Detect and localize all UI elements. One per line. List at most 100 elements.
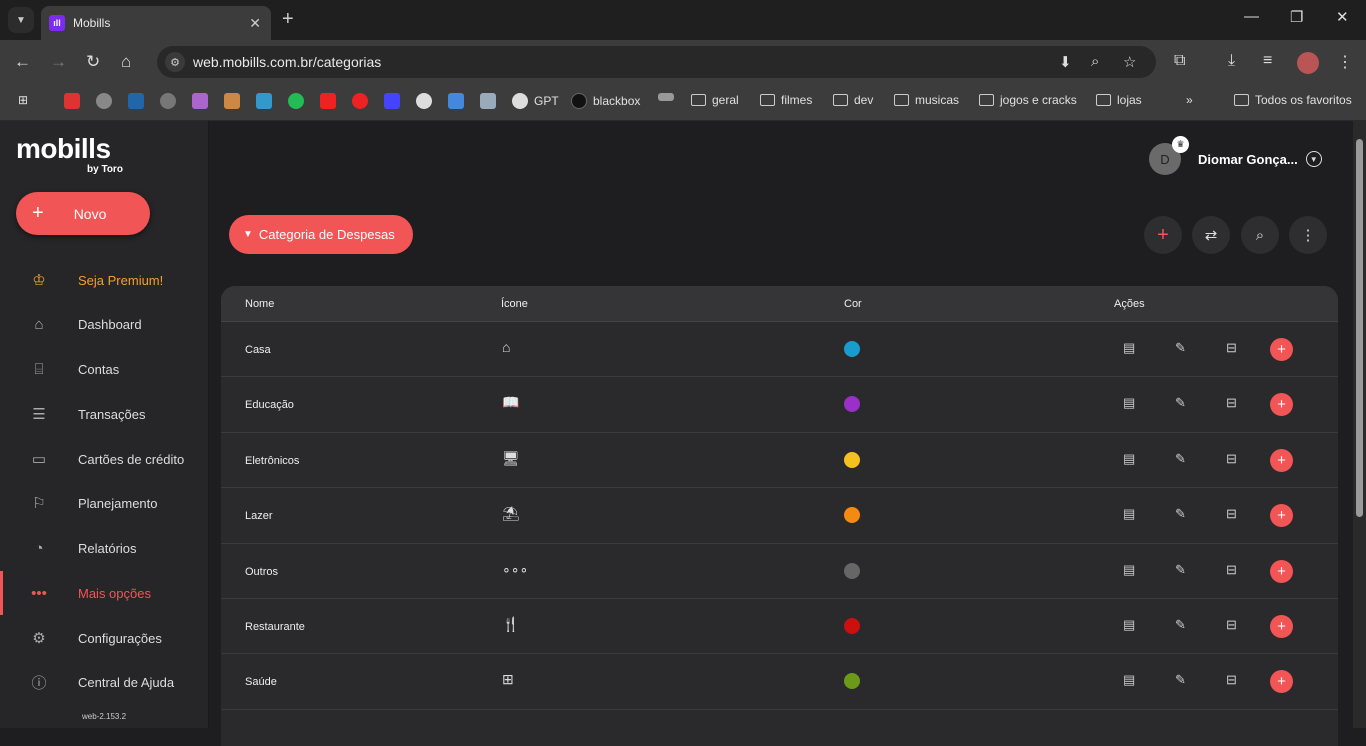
profile-avatar[interactable] bbox=[1297, 52, 1319, 74]
more-bookmarks-icon[interactable]: » bbox=[1186, 93, 1193, 107]
table-row[interactable]: Restaurante 🍴 ▤ ✎ ⊟ + bbox=[221, 599, 1338, 655]
document-icon[interactable]: ▤ bbox=[1123, 340, 1135, 356]
bookmark-icon[interactable] bbox=[256, 93, 278, 109]
more-options-button[interactable]: ⋮ bbox=[1289, 216, 1327, 254]
bookmark-star-icon[interactable]: ☆ bbox=[1123, 53, 1136, 71]
bookmark-icon[interactable] bbox=[480, 93, 502, 109]
add-category-button[interactable]: + bbox=[1144, 216, 1182, 254]
new-button[interactable]: + Novo bbox=[16, 192, 150, 235]
document-icon[interactable]: ▤ bbox=[1123, 506, 1135, 522]
nav-configuracoes[interactable]: ⚙ Configurações bbox=[0, 616, 209, 660]
table-row[interactable]: Casa ⌂ ▤ ✎ ⊟ + bbox=[221, 322, 1338, 378]
add-subcategory-button[interactable]: + bbox=[1270, 448, 1293, 472]
archive-icon[interactable]: ⊟ bbox=[1226, 451, 1237, 467]
category-type-dropdown[interactable]: ▼ Categoria de Despesas bbox=[229, 215, 413, 254]
nav-cartoes[interactable]: ▭ Cartões de crédito bbox=[0, 437, 209, 481]
nav-premium[interactable]: ♔ Seja Premium! bbox=[0, 258, 209, 302]
all-favorites-folder[interactable]: Todos os favoritos bbox=[1234, 93, 1352, 107]
table-row[interactable]: Educação 📖 ▤ ✎ ⊟ + bbox=[221, 377, 1338, 433]
folder-lojas[interactable]: lojas bbox=[1096, 93, 1142, 107]
add-subcategory-button[interactable]: + bbox=[1270, 614, 1293, 638]
scroll-thumb[interactable] bbox=[1356, 139, 1363, 517]
table-row[interactable]: Saúde ⊞ ▤ ✎ ⊟ + bbox=[221, 654, 1338, 710]
globe-bookmark[interactable] bbox=[96, 93, 118, 109]
add-subcategory-button[interactable]: + bbox=[1270, 338, 1293, 361]
bookmark-icon[interactable] bbox=[224, 93, 246, 109]
gpt-bookmark[interactable]: GPT bbox=[512, 93, 559, 109]
youtube-music-bookmark[interactable] bbox=[352, 93, 374, 109]
blackbox-bookmark[interactable]: blackbox bbox=[571, 93, 640, 109]
table-row[interactable]: Outros ∘∘∘ ▤ ✎ ⊟ + bbox=[221, 544, 1338, 599]
nav-ajuda[interactable]: ⓘ Central de Ajuda bbox=[0, 660, 209, 704]
bookmark-icon[interactable] bbox=[128, 93, 150, 109]
media-icon[interactable]: ≡ bbox=[1263, 52, 1272, 70]
back-icon[interactable]: ← bbox=[14, 52, 31, 72]
nav-relatorios[interactable]: ◔ Relatórios bbox=[0, 526, 209, 570]
document-icon[interactable]: ▤ bbox=[1123, 451, 1135, 467]
translate-bookmark[interactable] bbox=[448, 93, 470, 109]
folder-jogos[interactable]: jogos e cracks bbox=[979, 93, 1077, 107]
archive-icon[interactable]: ⊟ bbox=[1226, 562, 1237, 578]
new-tab-button[interactable]: + bbox=[282, 8, 294, 31]
document-icon[interactable]: ▤ bbox=[1123, 562, 1135, 578]
add-subcategory-button[interactable]: + bbox=[1270, 504, 1293, 528]
reload-icon[interactable]: ↻ bbox=[86, 52, 100, 72]
zoom-icon[interactable]: ⌕ bbox=[1091, 53, 1099, 70]
browser-tab[interactable]: ıll Mobills ✕ bbox=[41, 6, 271, 40]
youtube-bookmark[interactable] bbox=[320, 93, 342, 109]
archive-icon[interactable]: ⊟ bbox=[1226, 395, 1237, 411]
bookmark-icon[interactable] bbox=[192, 93, 214, 109]
document-icon[interactable]: ▤ bbox=[1123, 672, 1135, 688]
archive-icon[interactable]: ⊟ bbox=[1226, 340, 1237, 356]
extensions-icon[interactable]: ⧉ bbox=[1174, 52, 1185, 70]
archive-icon[interactable]: ⊟ bbox=[1226, 506, 1237, 522]
archive-icon[interactable]: ⊟ bbox=[1226, 672, 1237, 688]
edit-icon[interactable]: ✎ bbox=[1175, 617, 1186, 633]
edit-icon[interactable]: ✎ bbox=[1175, 506, 1186, 522]
nav-transacoes[interactable]: ☰ Transações bbox=[0, 392, 209, 436]
scrollbar[interactable] bbox=[1353, 121, 1366, 728]
downloads-icon[interactable]: ⤓ bbox=[1228, 52, 1235, 70]
globe-bookmark[interactable] bbox=[160, 93, 182, 109]
github-bookmark[interactable] bbox=[416, 93, 438, 109]
minimize-button[interactable]: — bbox=[1244, 8, 1259, 25]
address-bar[interactable]: ⚙ web.mobills.com.br/categorias ⬇ ⌕ ☆ bbox=[157, 46, 1156, 78]
nav-planejamento[interactable]: ⚐ Planejamento bbox=[0, 481, 209, 525]
whatsapp-bookmark[interactable] bbox=[288, 93, 310, 109]
edit-icon[interactable]: ✎ bbox=[1175, 451, 1186, 467]
bookmark-icon[interactable] bbox=[384, 93, 406, 109]
site-info-icon[interactable]: ⚙ bbox=[165, 52, 185, 72]
mobills-logo[interactable]: mobills bbox=[16, 133, 111, 165]
folder-geral[interactable]: geral bbox=[691, 93, 739, 107]
search-button[interactable]: ⌕ bbox=[1241, 216, 1279, 254]
shuffle-button[interactable]: ⇄ bbox=[1192, 216, 1230, 254]
add-subcategory-button[interactable]: + bbox=[1270, 670, 1293, 694]
document-icon[interactable]: ▤ bbox=[1123, 617, 1135, 633]
folder-dev[interactable]: dev bbox=[833, 93, 873, 107]
install-app-icon[interactable]: ⬇ bbox=[1059, 53, 1072, 71]
edit-icon[interactable]: ✎ bbox=[1175, 562, 1186, 578]
document-icon[interactable]: ▤ bbox=[1123, 395, 1135, 411]
close-window-button[interactable]: ✕ bbox=[1336, 8, 1349, 26]
edit-icon[interactable]: ✎ bbox=[1175, 395, 1186, 411]
add-subcategory-button[interactable]: + bbox=[1270, 393, 1293, 417]
nav-mais-opcoes[interactable]: ••• Mais opções bbox=[0, 571, 209, 615]
folder-musicas[interactable]: musicas bbox=[894, 93, 959, 107]
table-row[interactable]: Eletrônicos 🖥 ▤ ✎ ⊟ + bbox=[221, 433, 1338, 489]
table-row[interactable]: Lazer ⛱ ▤ ✎ ⊟ + bbox=[221, 488, 1338, 544]
edit-icon[interactable]: ✎ bbox=[1175, 672, 1186, 688]
menu-icon[interactable]: ⋮ bbox=[1337, 52, 1353, 72]
nav-dashboard[interactable]: ⌂ Dashboard bbox=[0, 302, 209, 346]
restore-button[interactable]: ❐ bbox=[1290, 8, 1303, 26]
gmail-bookmark[interactable] bbox=[64, 93, 86, 109]
forward-icon[interactable]: → bbox=[50, 52, 67, 72]
edit-icon[interactable]: ✎ bbox=[1175, 340, 1186, 356]
user-menu[interactable]: D ♛ Diomar Gonça... ▼ bbox=[1149, 136, 1322, 175]
tab-search-button[interactable]: ▼ bbox=[8, 7, 34, 33]
close-tab-icon[interactable]: ✕ bbox=[249, 15, 261, 32]
nav-contas[interactable]: ⌸ Contas bbox=[0, 347, 209, 391]
add-subcategory-button[interactable]: + bbox=[1270, 559, 1293, 583]
folder-filmes[interactable]: filmes bbox=[760, 93, 812, 107]
bookmark-icon[interactable] bbox=[658, 93, 680, 101]
apps-icon[interactable]: ⊞ bbox=[18, 93, 28, 107]
